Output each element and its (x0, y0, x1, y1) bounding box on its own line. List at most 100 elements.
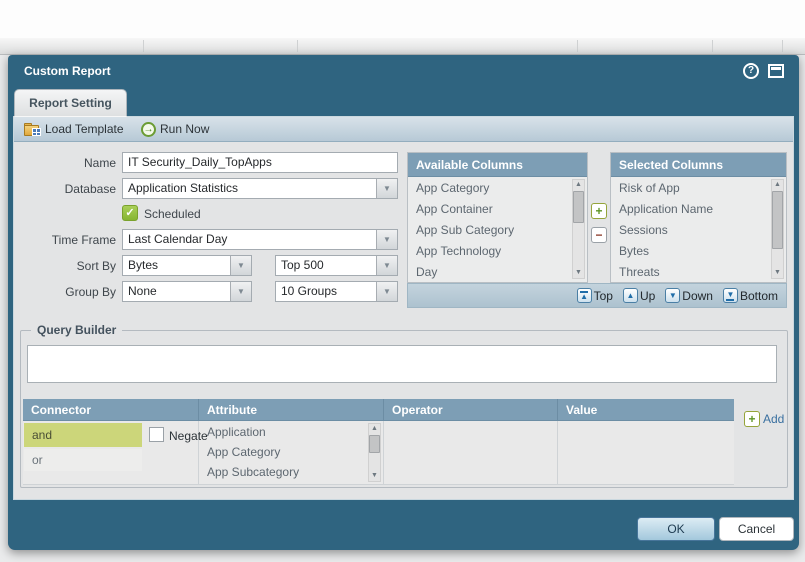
scrollbar[interactable]: ▲ ▼ (771, 179, 784, 279)
bg-column-divider (143, 40, 144, 52)
list-item[interactable]: Threats (611, 261, 786, 282)
ok-button[interactable]: OK (637, 517, 715, 541)
load-template-button[interactable]: Load Template (24, 117, 124, 141)
move-bottom-icon: ▼ (722, 288, 738, 303)
help-icon[interactable]: ? (743, 63, 759, 79)
move-up-button[interactable]: ▲ Up (622, 288, 655, 303)
list-item[interactable]: App Category (408, 177, 587, 198)
move-down-button[interactable]: ▼ Down (665, 288, 713, 303)
custom-report-dialog: Custom Report ? Report Setting Load Temp… (8, 55, 799, 550)
value-cell[interactable] (558, 421, 734, 484)
chevron-down-icon[interactable]: ▼ (376, 256, 397, 275)
negate-checkbox[interactable] (149, 427, 164, 442)
group-by-select[interactable]: None ▼ (122, 281, 252, 302)
list-item[interactable]: App Technology (408, 240, 587, 261)
query-table-body: and or Negate Application App Category A… (23, 421, 734, 485)
dialog-title: Custom Report (24, 64, 111, 78)
attribute-option[interactable]: App Subcategory (199, 461, 383, 481)
run-now-button[interactable]: → Run Now (141, 117, 209, 141)
move-top-button[interactable]: ▲ Top (576, 288, 613, 303)
scroll-up-icon[interactable]: ▲ (772, 180, 783, 190)
move-top-icon: ▲ (576, 288, 592, 303)
group-count-value: 10 Groups (281, 284, 338, 298)
background-table-header (0, 38, 805, 55)
sort-by-select[interactable]: Bytes ▼ (122, 255, 252, 276)
connector-option-or[interactable]: or (24, 449, 142, 471)
bg-column-divider (782, 40, 783, 52)
add-label: Add (763, 412, 785, 426)
sort-by-label: Sort By (76, 259, 116, 273)
move-up-icon: ▲ (622, 288, 638, 303)
cancel-button[interactable]: Cancel (719, 517, 794, 541)
group-count-select[interactable]: 10 Groups ▼ (275, 281, 398, 302)
scroll-up-icon[interactable]: ▲ (573, 180, 584, 190)
query-builder-group: Query Builder Connector Attribute Operat… (20, 323, 788, 488)
load-template-label: Load Template (45, 122, 124, 136)
value-column-header: Value (558, 399, 734, 421)
scroll-down-icon[interactable]: ▼ (573, 268, 584, 278)
bg-column-divider (297, 40, 298, 52)
bg-column-divider (577, 40, 578, 52)
sort-top-value: Top 500 (281, 258, 324, 272)
chevron-down-icon[interactable]: ▼ (376, 282, 397, 301)
scroll-thumb[interactable] (573, 191, 584, 223)
move-down-label: Down (682, 288, 713, 303)
selected-columns-list: Risk of App Application Name Sessions By… (611, 177, 786, 281)
attribute-cell: Application App Category App Subcategory… (199, 421, 384, 484)
attribute-option[interactable]: Application (199, 421, 383, 441)
query-condition-table: Connector Attribute Operator Value and o… (23, 399, 734, 485)
list-item[interactable]: App Container (408, 198, 587, 219)
scroll-thumb[interactable] (369, 435, 380, 453)
connector-cell: and or Negate (23, 421, 208, 484)
run-now-label: Run Now (160, 122, 210, 136)
scrollbar[interactable]: ▲ ▼ (368, 423, 381, 482)
chevron-down-icon[interactable]: ▼ (230, 282, 251, 301)
minimize-icon[interactable] (768, 64, 784, 78)
operator-column-header: Operator (384, 399, 558, 421)
name-input[interactable]: IT Security_Daily_TopApps (122, 152, 398, 173)
database-select[interactable]: Application Statistics ▼ (122, 178, 398, 199)
column-order-bar: ▲ Top ▲ Up ▼ Down ▼ Bottom (407, 283, 787, 308)
background-page (0, 0, 805, 38)
list-item[interactable]: Bytes (611, 240, 786, 261)
list-item[interactable]: Risk of App (611, 177, 786, 198)
chevron-down-icon[interactable]: ▼ (376, 230, 397, 249)
bg-column-divider (712, 40, 713, 52)
list-item[interactable]: App Sub Category (408, 219, 587, 240)
query-builder-legend: Query Builder (31, 323, 123, 337)
list-item[interactable]: Day (408, 261, 587, 282)
group-by-value: None (128, 284, 157, 298)
scrollbar[interactable]: ▲ ▼ (572, 179, 585, 279)
time-frame-select[interactable]: Last Calendar Day ▼ (122, 229, 398, 250)
operator-cell[interactable] (384, 421, 558, 484)
screen: Custom Report ? Report Setting Load Temp… (0, 0, 805, 562)
scroll-down-icon[interactable]: ▼ (772, 268, 783, 278)
attribute-option[interactable]: App Category (199, 441, 383, 461)
selected-columns-header: Selected Columns (611, 153, 786, 177)
dialog-titlebar[interactable]: Custom Report ? (8, 55, 799, 88)
query-input[interactable] (27, 345, 777, 383)
tab-strip: Report Setting (8, 88, 799, 117)
add-column-button[interactable]: + (591, 203, 607, 219)
chevron-down-icon[interactable]: ▼ (376, 179, 397, 198)
available-columns-list: App Category App Container App Sub Categ… (408, 177, 587, 281)
add-condition-button[interactable]: + Add (744, 411, 784, 427)
scroll-down-icon[interactable]: ▼ (369, 471, 380, 481)
time-frame-label: Time Frame (51, 233, 116, 247)
scheduled-checkbox[interactable]: ✓ (122, 205, 138, 221)
connector-option-and[interactable]: and (24, 423, 142, 447)
tab-report-setting[interactable]: Report Setting (14, 89, 127, 117)
remove-column-button[interactable]: − (591, 227, 607, 243)
chevron-down-icon[interactable]: ▼ (230, 256, 251, 275)
scroll-thumb[interactable] (772, 191, 783, 249)
selected-columns-panel: Selected Columns Risk of App Application… (610, 152, 787, 283)
attribute-column-header: Attribute (199, 399, 384, 421)
available-columns-panel: Available Columns App Category App Conta… (407, 152, 588, 283)
scroll-up-icon[interactable]: ▲ (369, 424, 380, 434)
sort-by-value: Bytes (128, 258, 159, 272)
move-bottom-button[interactable]: ▼ Bottom (722, 288, 778, 303)
sort-top-select[interactable]: Top 500 ▼ (275, 255, 398, 276)
list-item[interactable]: Application Name (611, 198, 786, 219)
scheduled-label: Scheduled (144, 207, 201, 221)
list-item[interactable]: Sessions (611, 219, 786, 240)
